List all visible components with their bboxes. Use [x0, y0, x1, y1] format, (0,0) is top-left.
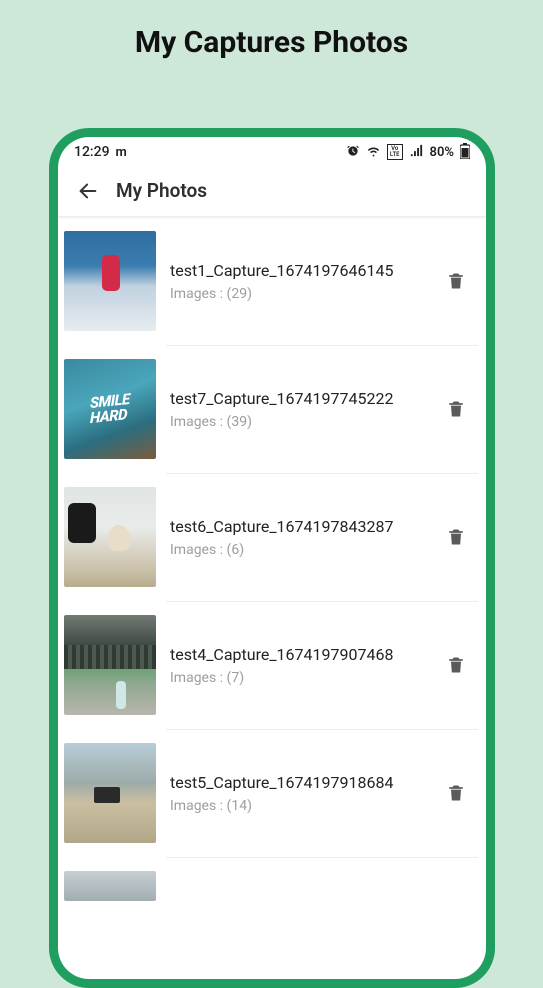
list-item[interactable]	[58, 857, 486, 915]
item-title: test7_Capture_1674197745222	[170, 389, 438, 408]
appbar-title: My Photos	[116, 179, 207, 202]
item-title: test1_Capture_1674197646145	[170, 261, 438, 280]
statusbar-time: 12:29	[74, 144, 110, 160]
trash-icon	[446, 526, 466, 548]
delete-button[interactable]	[438, 263, 474, 299]
back-button[interactable]	[68, 171, 108, 211]
list-item[interactable]: SMILEHARD test7_Capture_1674197745222 Im…	[58, 345, 486, 473]
back-arrow-icon	[77, 180, 99, 202]
page-title: My Captures Photos	[0, 0, 543, 80]
trash-icon	[446, 398, 466, 420]
item-subtitle: Images : (39)	[170, 414, 438, 430]
item-subtitle: Images : (14)	[170, 798, 438, 814]
delete-button[interactable]	[438, 647, 474, 683]
list-item[interactable]: test6_Capture_1674197843287 Images : (6)	[58, 473, 486, 601]
list-item[interactable]: test4_Capture_1674197907468 Images : (7)	[58, 601, 486, 729]
phone-screen: 12:29 m Vo LTE 80%	[58, 137, 486, 979]
trash-icon	[446, 270, 466, 292]
item-content: test5_Capture_1674197918684 Images : (14…	[170, 773, 438, 814]
thumbnail	[64, 743, 156, 843]
thumbnail	[64, 487, 156, 587]
list-item[interactable]: test5_Capture_1674197918684 Images : (14…	[58, 729, 486, 857]
delete-button[interactable]	[438, 775, 474, 811]
item-title: test4_Capture_1674197907468	[170, 645, 438, 664]
trash-icon	[446, 782, 466, 804]
item-title: test6_Capture_1674197843287	[170, 517, 438, 536]
statusbar-carrier-icon: m	[116, 145, 127, 160]
capture-list[interactable]: test1_Capture_1674197646145 Images : (29…	[58, 217, 486, 979]
trash-icon	[446, 654, 466, 676]
item-subtitle: Images : (7)	[170, 670, 438, 686]
phone-frame: 12:29 m Vo LTE 80%	[49, 128, 495, 988]
statusbar-right: Vo LTE 80%	[346, 143, 470, 162]
alarm-icon	[346, 144, 360, 161]
item-content: test1_Capture_1674197646145 Images : (29…	[170, 261, 438, 302]
volte-icon: Vo LTE	[387, 144, 403, 160]
delete-button[interactable]	[438, 391, 474, 427]
battery-percentage: 80%	[430, 145, 454, 160]
item-title: test5_Capture_1674197918684	[170, 773, 438, 792]
delete-button[interactable]	[438, 519, 474, 555]
item-content: test6_Capture_1674197843287 Images : (6)	[170, 517, 438, 558]
item-content: test7_Capture_1674197745222 Images : (39…	[170, 389, 438, 430]
thumbnail	[64, 231, 156, 331]
item-content: test4_Capture_1674197907468 Images : (7)	[170, 645, 438, 686]
item-subtitle: Images : (6)	[170, 542, 438, 558]
signal-icon	[409, 143, 424, 161]
statusbar: 12:29 m Vo LTE 80%	[58, 137, 486, 165]
list-item[interactable]: test1_Capture_1674197646145 Images : (29…	[58, 217, 486, 345]
thumbnail: SMILEHARD	[64, 359, 156, 459]
appbar: My Photos	[58, 165, 486, 217]
wifi-icon	[366, 143, 381, 161]
thumbnail	[64, 871, 156, 901]
item-subtitle: Images : (29)	[170, 286, 438, 302]
thumbnail	[64, 615, 156, 715]
battery-icon	[460, 143, 470, 162]
